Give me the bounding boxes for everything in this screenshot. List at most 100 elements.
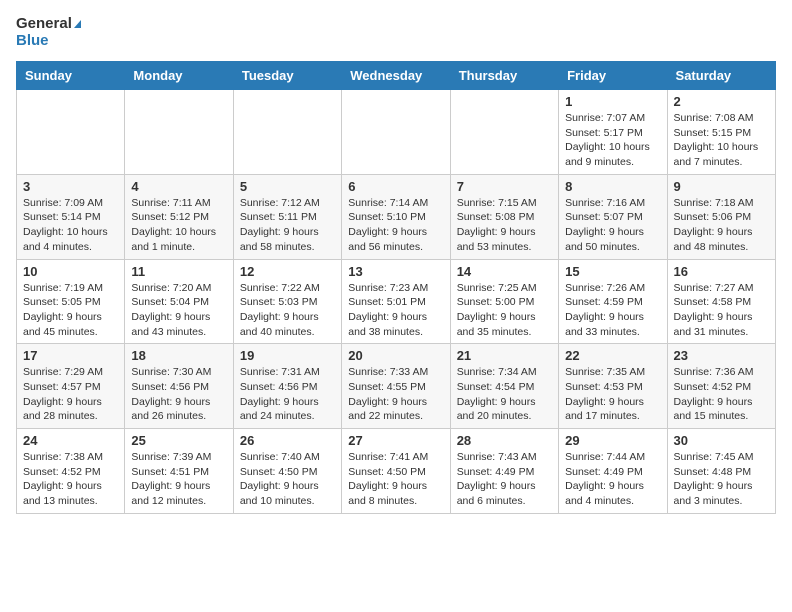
day-cell: 19Sunrise: 7:31 AM Sunset: 4:56 PM Dayli…	[233, 344, 341, 429]
day-info: Sunrise: 7:36 AM Sunset: 4:52 PM Dayligh…	[674, 365, 769, 424]
day-number: 12	[240, 264, 335, 279]
day-number: 11	[131, 264, 226, 279]
day-number: 18	[131, 348, 226, 363]
day-info: Sunrise: 7:12 AM Sunset: 5:11 PM Dayligh…	[240, 196, 335, 255]
day-number: 13	[348, 264, 443, 279]
day-number: 10	[23, 264, 118, 279]
day-cell: 28 Sunrise: 7:43 AM Sunset: 4:49 PM Dayli…	[450, 429, 558, 514]
day-cell: 7 Sunrise: 7:15 AM Sunset: 5:08 PM Daylig…	[450, 174, 558, 259]
weekday-header-saturday: Saturday	[667, 62, 775, 90]
weekday-header-tuesday: Tuesday	[233, 62, 341, 90]
logo-blue: Blue	[16, 33, 81, 50]
day-info: Sunrise: 7:41 AM Sunset: 4:50 PM Dayligh…	[348, 450, 443, 509]
day-info: Sunrise: 7:29 AM Sunset: 4:57 PM Dayligh…	[23, 365, 118, 424]
week-row-1: 1 Sunrise: 7:07 AM Sunset: 5:17 PM Daylig…	[17, 90, 776, 175]
day-number: 21	[457, 348, 552, 363]
day-number: 28	[457, 433, 552, 448]
day-info: Sunrise: 7:40 AM Sunset: 4:50 PM Dayligh…	[240, 450, 335, 509]
day-number: 9	[674, 179, 769, 194]
day-number: 23	[674, 348, 769, 363]
day-number: 1	[565, 94, 660, 109]
day-info: Sunrise: 7:23 AM Sunset: 5:01 PM Dayligh…	[348, 281, 443, 340]
day-info: Sunrise: 7:22 AM Sunset: 5:03 PM Dayligh…	[240, 281, 335, 340]
day-number: 14	[457, 264, 552, 279]
day-info: Sunrise: 7:35 AM Sunset: 4:53 PM Dayligh…	[565, 365, 660, 424]
day-cell	[125, 90, 233, 175]
day-cell: 21 Sunrise: 7:34 AM Sunset: 4:54 PM Dayli…	[450, 344, 558, 429]
day-info: Sunrise: 7:33 AM Sunset: 4:55 PM Dayligh…	[348, 365, 443, 424]
day-info: Sunrise: 7:43 AM Sunset: 4:49 PM Dayligh…	[457, 450, 552, 509]
weekday-header-friday: Friday	[559, 62, 667, 90]
day-cell: 11 Sunrise: 7:20 AM Sunset: 5:04 PM Dayli…	[125, 259, 233, 344]
day-info: Sunrise: 7:15 AM Sunset: 5:08 PM Dayligh…	[457, 196, 552, 255]
week-row-5: 24Sunrise: 7:38 AM Sunset: 4:52 PM Dayli…	[17, 429, 776, 514]
day-number: 29	[565, 433, 660, 448]
day-info: Sunrise: 7:18 AM Sunset: 5:06 PM Dayligh…	[674, 196, 769, 255]
day-number: 30	[674, 433, 769, 448]
weekday-header-row: SundayMondayTuesdayWednesdayThursdayFrid…	[17, 62, 776, 90]
calendar: SundayMondayTuesdayWednesdayThursdayFrid…	[16, 61, 776, 514]
day-cell: 9 Sunrise: 7:18 AM Sunset: 5:06 PM Daylig…	[667, 174, 775, 259]
day-number: 3	[23, 179, 118, 194]
day-cell: 15 Sunrise: 7:26 AM Sunset: 4:59 PM Dayli…	[559, 259, 667, 344]
day-cell: 17 Sunrise: 7:29 AM Sunset: 4:57 PM Dayli…	[17, 344, 125, 429]
day-number: 15	[565, 264, 660, 279]
day-cell: 18 Sunrise: 7:30 AM Sunset: 4:56 PM Dayli…	[125, 344, 233, 429]
week-row-2: 3Sunrise: 7:09 AM Sunset: 5:14 PM Daylig…	[17, 174, 776, 259]
day-info: Sunrise: 7:16 AM Sunset: 5:07 PM Dayligh…	[565, 196, 660, 255]
week-row-4: 17 Sunrise: 7:29 AM Sunset: 4:57 PM Dayli…	[17, 344, 776, 429]
day-cell: 4 Sunrise: 7:11 AM Sunset: 5:12 PM Daylig…	[125, 174, 233, 259]
day-cell: 6Sunrise: 7:14 AM Sunset: 5:10 PM Daylig…	[342, 174, 450, 259]
day-number: 17	[23, 348, 118, 363]
day-cell: 14 Sunrise: 7:25 AM Sunset: 5:00 PM Dayli…	[450, 259, 558, 344]
day-info: Sunrise: 7:44 AM Sunset: 4:49 PM Dayligh…	[565, 450, 660, 509]
day-info: Sunrise: 7:08 AM Sunset: 5:15 PM Dayligh…	[674, 111, 769, 170]
week-row-3: 10Sunrise: 7:19 AM Sunset: 5:05 PM Dayli…	[17, 259, 776, 344]
day-cell: 8 Sunrise: 7:16 AM Sunset: 5:07 PM Daylig…	[559, 174, 667, 259]
logo-general: General	[16, 16, 81, 33]
day-number: 4	[131, 179, 226, 194]
day-number: 24	[23, 433, 118, 448]
day-cell	[233, 90, 341, 175]
header: General Blue	[16, 16, 776, 49]
day-cell: 12 Sunrise: 7:22 AM Sunset: 5:03 PM Dayli…	[233, 259, 341, 344]
day-number: 6	[348, 179, 443, 194]
day-cell: 24Sunrise: 7:38 AM Sunset: 4:52 PM Dayli…	[17, 429, 125, 514]
day-cell: 20 Sunrise: 7:33 AM Sunset: 4:55 PM Dayli…	[342, 344, 450, 429]
weekday-header-wednesday: Wednesday	[342, 62, 450, 90]
day-number: 16	[674, 264, 769, 279]
logo: General Blue	[16, 16, 81, 49]
day-number: 5	[240, 179, 335, 194]
day-number: 25	[131, 433, 226, 448]
day-cell: 13 Sunrise: 7:23 AM Sunset: 5:01 PM Dayli…	[342, 259, 450, 344]
day-number: 7	[457, 179, 552, 194]
day-info: Sunrise: 7:34 AM Sunset: 4:54 PM Dayligh…	[457, 365, 552, 424]
day-info: Sunrise: 7:26 AM Sunset: 4:59 PM Dayligh…	[565, 281, 660, 340]
day-number: 20	[348, 348, 443, 363]
day-info: Sunrise: 7:11 AM Sunset: 5:12 PM Dayligh…	[131, 196, 226, 255]
day-number: 8	[565, 179, 660, 194]
day-cell: 10Sunrise: 7:19 AM Sunset: 5:05 PM Dayli…	[17, 259, 125, 344]
day-cell: 5 Sunrise: 7:12 AM Sunset: 5:11 PM Daylig…	[233, 174, 341, 259]
day-cell: 29 Sunrise: 7:44 AM Sunset: 4:49 PM Dayli…	[559, 429, 667, 514]
day-info: Sunrise: 7:30 AM Sunset: 4:56 PM Dayligh…	[131, 365, 226, 424]
day-number: 26	[240, 433, 335, 448]
day-cell: 23 Sunrise: 7:36 AM Sunset: 4:52 PM Dayli…	[667, 344, 775, 429]
day-cell: 16Sunrise: 7:27 AM Sunset: 4:58 PM Dayli…	[667, 259, 775, 344]
day-info: Sunrise: 7:20 AM Sunset: 5:04 PM Dayligh…	[131, 281, 226, 340]
day-number: 27	[348, 433, 443, 448]
day-number: 2	[674, 94, 769, 109]
day-cell: 2 Sunrise: 7:08 AM Sunset: 5:15 PM Daylig…	[667, 90, 775, 175]
day-cell: 1 Sunrise: 7:07 AM Sunset: 5:17 PM Daylig…	[559, 90, 667, 175]
day-info: Sunrise: 7:07 AM Sunset: 5:17 PM Dayligh…	[565, 111, 660, 170]
day-info: Sunrise: 7:39 AM Sunset: 4:51 PM Dayligh…	[131, 450, 226, 509]
day-cell: 27 Sunrise: 7:41 AM Sunset: 4:50 PM Dayli…	[342, 429, 450, 514]
day-info: Sunrise: 7:45 AM Sunset: 4:48 PM Dayligh…	[674, 450, 769, 509]
weekday-header-monday: Monday	[125, 62, 233, 90]
day-cell	[342, 90, 450, 175]
day-info: Sunrise: 7:25 AM Sunset: 5:00 PM Dayligh…	[457, 281, 552, 340]
day-cell: 26 Sunrise: 7:40 AM Sunset: 4:50 PM Dayli…	[233, 429, 341, 514]
weekday-header-thursday: Thursday	[450, 62, 558, 90]
weekday-header-sunday: Sunday	[17, 62, 125, 90]
day-number: 19	[240, 348, 335, 363]
